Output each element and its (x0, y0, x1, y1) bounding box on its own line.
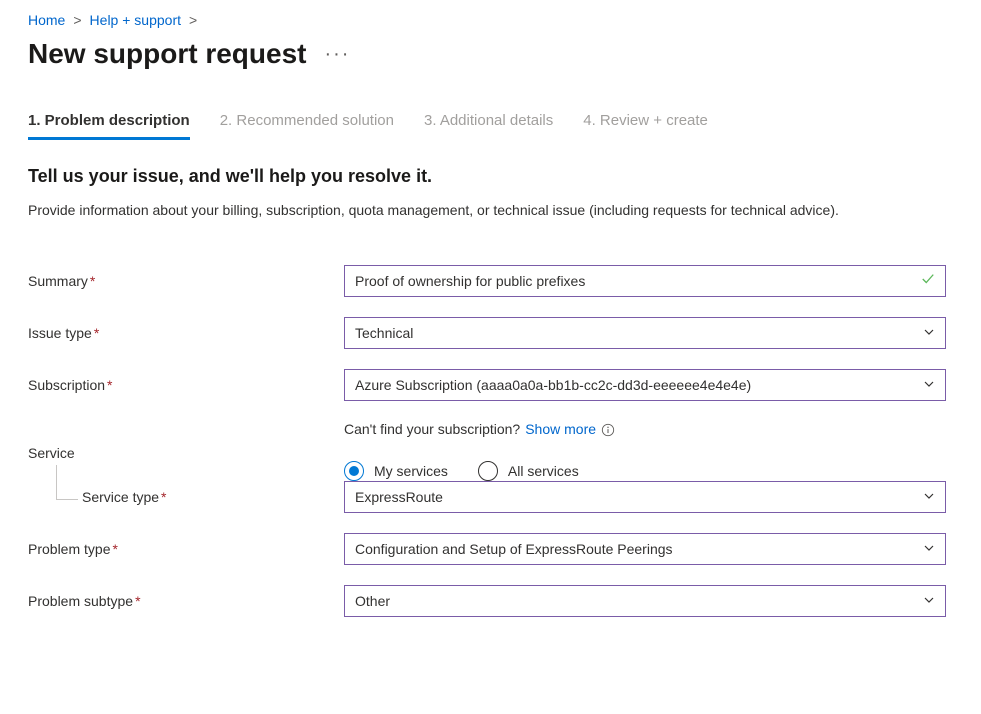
summary-input[interactable]: Proof of ownership for public prefixes (344, 265, 946, 297)
breadcrumb-separator: > (189, 12, 197, 28)
required-indicator: * (107, 377, 112, 393)
info-icon[interactable] (601, 421, 615, 437)
problem-subtype-value: Other (355, 593, 390, 609)
tab-recommended-solution[interactable]: 2. Recommended solution (220, 112, 394, 140)
radio-my-services-label: My services (374, 463, 448, 479)
service-type-select[interactable]: ExpressRoute (344, 481, 946, 513)
tree-indicator (56, 465, 78, 500)
issue-type-value: Technical (355, 325, 413, 341)
tab-additional-details[interactable]: 3. Additional details (424, 112, 553, 140)
problem-type-value: Configuration and Setup of ExpressRoute … (355, 541, 673, 557)
page-title: New support request (28, 38, 306, 70)
required-indicator: * (161, 489, 166, 505)
required-indicator: * (90, 273, 95, 289)
subscription-value: Azure Subscription (aaaa0a0a-bb1b-cc2c-d… (355, 377, 751, 393)
show-more-link[interactable]: Show more (525, 421, 596, 437)
tab-review-create[interactable]: 4. Review + create (583, 112, 708, 140)
service-scope-radio-group: My services All services (344, 461, 953, 481)
radio-icon (478, 461, 498, 481)
radio-icon (344, 461, 364, 481)
chevron-down-icon (923, 541, 935, 557)
problem-type-select[interactable]: Configuration and Setup of ExpressRoute … (344, 533, 946, 565)
problem-type-label: Problem type* (28, 541, 344, 557)
service-type-label: Service type* (28, 489, 344, 505)
chevron-down-icon (923, 489, 935, 505)
breadcrumb-separator: > (73, 12, 81, 28)
required-indicator: * (135, 593, 140, 609)
section-description: Provide information about your billing, … (28, 201, 948, 221)
required-indicator: * (112, 541, 117, 557)
radio-my-services[interactable]: My services (344, 461, 448, 481)
chevron-down-icon (923, 377, 935, 393)
breadcrumb: Home > Help + support > (28, 12, 953, 28)
more-actions-button[interactable]: ··· (324, 43, 350, 66)
breadcrumb-home[interactable]: Home (28, 12, 65, 28)
wizard-tabs: 1. Problem description 2. Recommended so… (28, 112, 953, 140)
chevron-down-icon (923, 325, 935, 341)
page-header: New support request ··· (28, 38, 953, 70)
chevron-down-icon (923, 593, 935, 609)
subscription-helper: Can't find your subscription? Show more (344, 421, 953, 437)
check-icon (921, 272, 935, 289)
problem-subtype-select[interactable]: Other (344, 585, 946, 617)
summary-value: Proof of ownership for public prefixes (355, 273, 585, 289)
issue-type-label: Issue type* (28, 325, 344, 341)
service-type-value: ExpressRoute (355, 489, 443, 505)
problem-subtype-label: Problem subtype* (28, 593, 344, 609)
service-label: Service (28, 445, 344, 461)
issue-type-select[interactable]: Technical (344, 317, 946, 349)
subscription-select[interactable]: Azure Subscription (aaaa0a0a-bb1b-cc2c-d… (344, 369, 946, 401)
subscription-helper-text: Can't find your subscription? (344, 421, 520, 437)
radio-all-services-label: All services (508, 463, 579, 479)
subscription-label: Subscription* (28, 377, 344, 393)
summary-label: Summary* (28, 273, 344, 289)
radio-all-services[interactable]: All services (478, 461, 579, 481)
required-indicator: * (94, 325, 99, 341)
section-heading: Tell us your issue, and we'll help you r… (28, 166, 953, 187)
tab-problem-description[interactable]: 1. Problem description (28, 112, 190, 140)
breadcrumb-help-support[interactable]: Help + support (90, 12, 181, 28)
